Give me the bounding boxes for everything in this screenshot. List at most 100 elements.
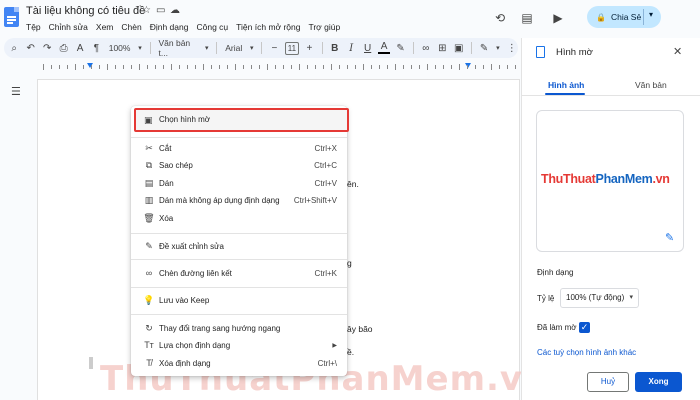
lock-icon: 🔒 (596, 12, 606, 22)
menu-item-label: Thay đổi trang sang hướng ngang (159, 323, 281, 333)
ruler-tick (307, 65, 308, 69)
chevron-down-icon[interactable]: ▾ (649, 10, 653, 19)
menu-item-delete[interactable]: 🗑 Xóa (131, 209, 347, 227)
increase-font-icon[interactable]: + (303, 43, 315, 54)
menu-item-paste-plain[interactable]: ▥ Dán mà không áp dụng định dạng Ctrl+Sh… (131, 191, 347, 209)
doc-text-fragment: ây bão (347, 324, 373, 334)
menu-file[interactable]: Tệp (26, 22, 41, 32)
menu-help[interactable]: Trợ giúp (308, 22, 340, 32)
menu-item-cut[interactable]: ✂ Cắt Ctrl+X (131, 139, 347, 157)
chevron-down-icon[interactable]: ▾ (248, 44, 255, 52)
underline-icon[interactable]: U (361, 43, 373, 54)
comment-add-icon[interactable]: ⊞ (436, 43, 448, 54)
menu-item-copy[interactable]: ⧉ Sao chép Ctrl+C (131, 156, 347, 174)
ruler-tick (267, 64, 268, 70)
format-heading: Định dạng (537, 268, 574, 277)
ruler-tick (347, 65, 348, 69)
tab-text[interactable]: Văn bản (635, 80, 667, 90)
chevron-down-icon[interactable]: ▾ (136, 44, 143, 52)
menu-item-save-keep[interactable]: 💡 Lưu vào Keep (131, 291, 347, 309)
redo-icon[interactable]: ↷ (41, 43, 53, 54)
menu-insert[interactable]: Chèn (121, 22, 141, 32)
chevron-down-icon[interactable]: ▾ (203, 44, 210, 52)
star-icon[interactable]: ☆ (142, 5, 151, 16)
ruler-tick (371, 65, 372, 69)
scale-label: Tỷ lệ (537, 294, 555, 303)
select-watermark-item[interactable]: ▣ Chọn hình mờ (134, 108, 349, 132)
ruler[interactable] (37, 62, 520, 72)
ruler-tick (51, 65, 52, 69)
panel-title: Hình mờ (556, 47, 593, 58)
menu-item-format-options[interactable]: Tт Lựa chọn định dạng ▶ (131, 336, 347, 354)
ruler-tick (203, 64, 204, 70)
ruler-tick (147, 65, 148, 69)
ruler-tick (491, 64, 492, 70)
brand-logo-part: ThuThuat (541, 172, 596, 186)
edit-mode-icon[interactable]: ✎ (478, 43, 490, 54)
cloud-status-icon[interactable]: ☁ (170, 5, 180, 16)
history-icon[interactable]: ⟲ (491, 9, 509, 27)
move-folder-icon[interactable]: ▭ (156, 5, 165, 16)
menu-item-clear-format[interactable]: T̸ Xóa định dạng Ctrl+\ (131, 354, 347, 372)
menu-item-insert-link[interactable]: ∞ Chèn đường liên kết Ctrl+K (131, 264, 347, 282)
menu-item-label: Cắt (159, 143, 172, 153)
share-button[interactable]: 🔒 Chia Sẻ ▾ (587, 6, 661, 28)
ruler-tick (115, 65, 116, 69)
bold-icon[interactable]: B (328, 43, 340, 54)
style-select[interactable]: Văn bản t... (156, 38, 199, 58)
paste-icon: ▤ (144, 177, 154, 188)
watermark-image-preview[interactable]: ThuThuatPhanMem.vn ✎ (536, 110, 684, 252)
edit-image-icon[interactable]: ✎ (665, 231, 674, 244)
highlight-icon[interactable]: ✎ (394, 43, 406, 54)
faded-checkbox[interactable]: ✓ (579, 322, 590, 333)
close-icon[interactable]: ✕ (673, 45, 682, 58)
menu-item-landscape[interactable]: ↻ Thay đổi trang sang hướng ngang (131, 319, 347, 337)
menu-format[interactable]: Định dạng (150, 22, 189, 32)
menu-item-suggest-edit[interactable]: ✎ Đề xuất chỉnh sửa (131, 237, 347, 255)
meet-video-icon[interactable]: ▶ (549, 9, 567, 27)
ruler-tick (235, 64, 236, 70)
paint-format-icon[interactable]: ¶ (90, 43, 102, 54)
outline-icon[interactable]: ☰ (11, 85, 21, 98)
chevron-down-icon[interactable]: ▾ (494, 44, 501, 52)
done-button[interactable]: Xong (635, 372, 682, 392)
toolbar-divider (412, 42, 414, 54)
ruler-tick (507, 65, 508, 69)
left-indent-marker[interactable] (87, 63, 93, 68)
decrease-font-icon[interactable]: − (268, 43, 280, 54)
docs-logo-icon[interactable] (4, 7, 19, 27)
format-icon: Tт (144, 340, 154, 350)
right-indent-marker[interactable] (465, 63, 471, 68)
link-icon: ∞ (145, 268, 153, 278)
ruler-tick (259, 65, 260, 69)
text-color-icon[interactable]: A (377, 42, 391, 54)
doc-text-fragment: g (347, 258, 352, 268)
more-image-options-link[interactable]: Các tuỳ chọn hình ảnh khác (537, 348, 636, 357)
menu-tools[interactable]: Công cụ (196, 22, 228, 32)
tab-image[interactable]: Hình ảnh (548, 80, 584, 90)
ruler-tick (171, 64, 172, 70)
shortcut-text: Ctrl+Shift+V (293, 195, 337, 205)
zoom-select[interactable]: 100% (107, 43, 133, 53)
italic-icon[interactable]: I (345, 43, 357, 54)
scale-select[interactable]: 100% (Tự động) ▾ (560, 288, 639, 308)
menu-item-paste[interactable]: ▤ Dán Ctrl+V (131, 174, 347, 192)
menu-edit[interactable]: Chỉnh sửa (49, 22, 88, 32)
spellcheck-icon[interactable]: A (74, 43, 86, 54)
cancel-button[interactable]: Huỷ (587, 372, 629, 392)
search-icon[interactable]: ⌕ (8, 43, 20, 54)
menu-view[interactable]: Xem (96, 22, 113, 32)
ruler-tick (475, 65, 476, 69)
ruler-tick (91, 65, 92, 69)
more-icon[interactable]: ⋮ (505, 43, 517, 54)
font-size-input[interactable]: 11 (284, 41, 300, 55)
menu-extensions[interactable]: Tiện ích mở rộng (236, 22, 300, 32)
comments-icon[interactable]: ▤ (518, 9, 536, 27)
link-icon[interactable]: ∞ (420, 43, 432, 54)
print-icon[interactable]: ⎙ (57, 43, 69, 54)
undo-icon[interactable]: ↶ (24, 43, 36, 54)
image-icon[interactable]: ▣ (453, 43, 465, 54)
menu-item-label: Dán (159, 178, 174, 188)
document-title[interactable]: Tài liệu không có tiêu đề (26, 5, 145, 17)
font-select[interactable]: Arial (223, 43, 244, 53)
